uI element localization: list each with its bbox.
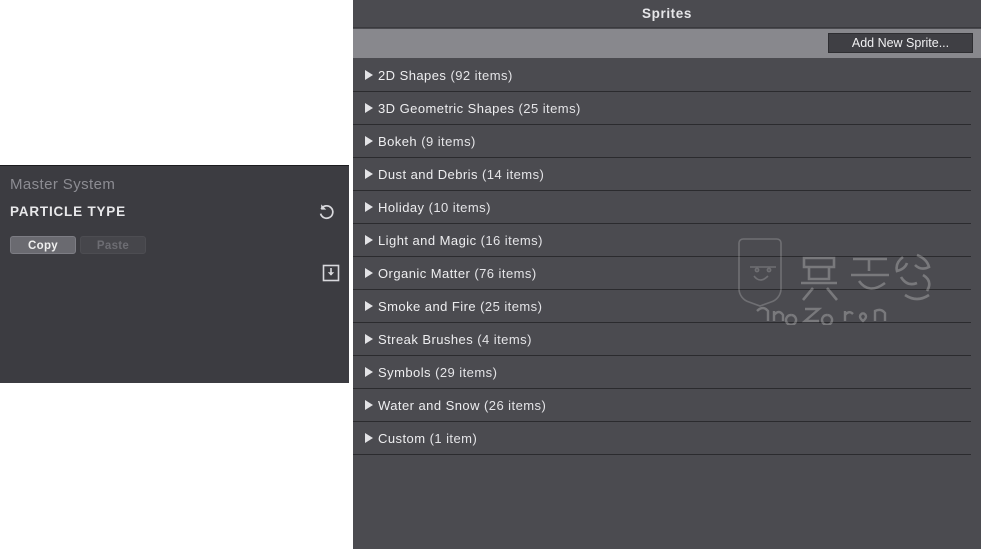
save-preset-icon[interactable]: [322, 264, 340, 282]
triangle-right-icon[interactable]: [365, 103, 373, 113]
triangle-right-icon[interactable]: [365, 367, 373, 377]
sprite-category-label: Smoke and Fire (25 items): [378, 290, 542, 323]
category-name: Bokeh: [378, 134, 418, 149]
sprite-category-row[interactable]: Streak Brushes (4 items): [353, 323, 971, 356]
copy-button[interactable]: Copy: [10, 236, 76, 254]
category-name: Light and Magic: [378, 233, 477, 248]
category-item-count: (25 items): [518, 101, 581, 116]
category-item-count: (10 items): [428, 200, 491, 215]
panel-section-title: PARTICLE TYPE: [10, 204, 126, 219]
sprites-panel-title: Sprites: [353, 0, 981, 28]
sprite-category-label: Symbols (29 items): [378, 356, 497, 389]
triangle-right-icon[interactable]: [365, 433, 373, 443]
sprite-category-row[interactable]: Custom (1 item): [353, 422, 971, 455]
category-name: 2D Shapes: [378, 68, 447, 83]
category-item-count: (76 items): [474, 266, 537, 281]
triangle-right-icon[interactable]: [365, 136, 373, 146]
category-name: Organic Matter: [378, 266, 471, 281]
category-name: Custom: [378, 431, 426, 446]
category-name: Water and Snow: [378, 398, 480, 413]
category-item-count: (16 items): [480, 233, 543, 248]
category-item-count: (26 items): [483, 398, 547, 413]
sprite-category-row[interactable]: Bokeh (9 items): [353, 125, 971, 158]
category-name: Symbols: [378, 365, 431, 380]
category-name: Smoke and Fire: [378, 299, 477, 314]
triangle-right-icon[interactable]: [365, 202, 373, 212]
sprite-category-label: Light and Magic (16 items): [378, 224, 543, 257]
sprite-category-row[interactable]: Smoke and Fire (25 items): [353, 290, 971, 323]
sprite-category-list[interactable]: 2D Shapes (92 items) 3D Geometric Shapes …: [353, 59, 971, 549]
sprites-toolbar: Add New Sprite...: [353, 29, 981, 58]
add-new-sprite-button[interactable]: Add New Sprite...: [828, 33, 973, 53]
category-item-count: (1 item): [429, 431, 478, 446]
sprite-category-label: Streak Brushes (4 items): [378, 323, 532, 356]
category-name: Streak Brushes: [378, 332, 474, 347]
triangle-right-icon[interactable]: [365, 70, 373, 80]
category-item-count: (14 items): [482, 167, 545, 182]
triangle-right-icon[interactable]: [365, 400, 373, 410]
category-item-count: (29 items): [435, 365, 498, 380]
sprite-category-row[interactable]: Light and Magic (16 items): [353, 224, 971, 257]
category-item-count: (9 items): [421, 134, 476, 149]
paste-button: Paste: [80, 236, 146, 254]
copy-paste-button-row: Copy Paste: [10, 236, 146, 254]
triangle-right-icon[interactable]: [365, 268, 373, 278]
triangle-right-icon[interactable]: [365, 334, 373, 344]
sprite-category-row[interactable]: Dust and Debris (14 items): [353, 158, 971, 191]
triangle-right-icon[interactable]: [365, 235, 373, 245]
sprite-category-row[interactable]: 2D Shapes (92 items): [353, 59, 971, 92]
category-name: Holiday: [378, 200, 425, 215]
sprite-category-label: Dust and Debris (14 items): [378, 158, 544, 191]
app-window: Master System PARTICLE TYPE Copy Paste P…: [0, 0, 981, 549]
category-item-count: (92 items): [450, 68, 513, 83]
sprite-category-label: 3D Geometric Shapes (25 items): [378, 92, 581, 125]
sprite-category-label: Water and Snow (26 items): [378, 389, 546, 422]
master-system-label: Master System: [10, 176, 116, 193]
category-name: 3D Geometric Shapes: [378, 101, 515, 116]
sprite-category-label: Organic Matter (76 items): [378, 257, 537, 290]
reset-arrow-icon[interactable]: [317, 202, 337, 222]
category-name: Dust and Debris: [378, 167, 478, 182]
sprite-category-row[interactable]: Water and Snow (26 items): [353, 389, 971, 422]
sprite-category-row[interactable]: Symbols (29 items): [353, 356, 971, 389]
sprite-category-label: Bokeh (9 items): [378, 125, 476, 158]
triangle-right-icon[interactable]: [365, 301, 373, 311]
category-item-count: (25 items): [480, 299, 543, 314]
sprite-category-row[interactable]: Organic Matter (76 items): [353, 257, 971, 290]
sprites-browser-panel: Sprites Add New Sprite... 2D Shapes (92 …: [353, 0, 981, 549]
sprite-category-label: Holiday (10 items): [378, 191, 491, 224]
sprite-category-label: 2D Shapes (92 items): [378, 59, 513, 92]
sprite-category-row[interactable]: Holiday (10 items): [353, 191, 971, 224]
particle-type-panel: Master System PARTICLE TYPE Copy Paste P…: [0, 165, 349, 383]
sprite-category-row[interactable]: 3D Geometric Shapes (25 items): [353, 92, 971, 125]
category-item-count: (4 items): [477, 332, 532, 347]
triangle-right-icon[interactable]: [365, 169, 373, 179]
sprite-category-label: Custom (1 item): [378, 422, 477, 455]
